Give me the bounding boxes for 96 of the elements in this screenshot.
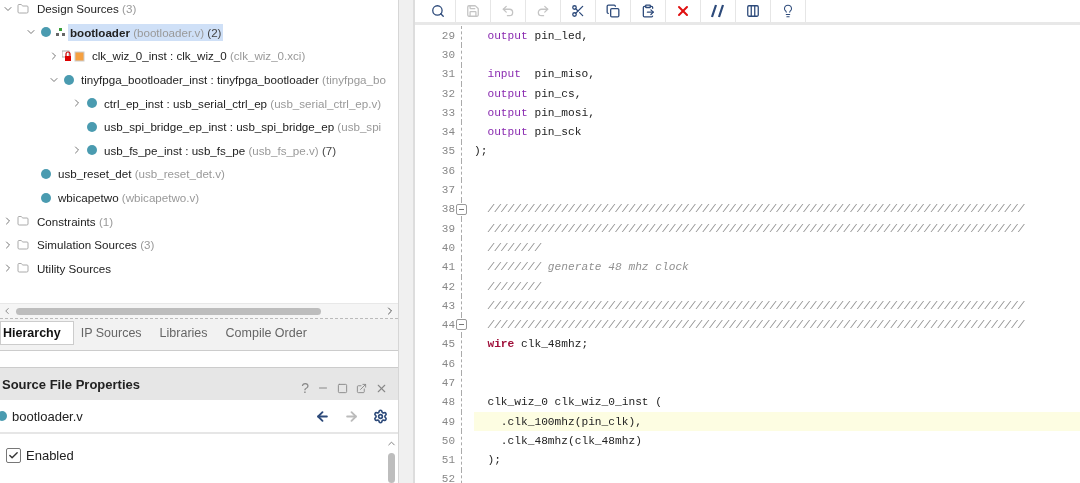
file-name: bootloader.v — [12, 408, 83, 424]
tree-item[interactable]: usb_spi_bridge_ep_inst : usb_spi_bridge_ep (usb_spi — [102, 118, 384, 136]
columns-icon — [746, 4, 760, 18]
line-number: 45 — [440, 338, 456, 351]
fold-start-icon[interactable] — [456, 203, 467, 215]
panel-tab[interactable]: Libraries — [156, 321, 221, 345]
module-icon — [64, 74, 74, 85]
cut-icon — [571, 4, 585, 18]
line-number: 44 — [440, 319, 456, 332]
module-icon — [41, 192, 51, 203]
code-line: input pin_miso, — [486, 68, 595, 81]
line-number: 33 — [440, 106, 456, 119]
line-number: 48 — [440, 396, 456, 409]
panel-tab[interactable]: Hierarchy — [0, 321, 74, 345]
checkbox-label: Enabled — [26, 448, 74, 463]
folder-icon — [17, 262, 29, 275]
code-line: //////////////////////////////////////////////////////////////////////////////// — [486, 299, 1025, 312]
paste-icon — [641, 4, 655, 18]
module-icon — [41, 168, 51, 179]
tree-item[interactable]: Constraints (1) — [35, 212, 116, 230]
folder-icon — [17, 2, 29, 15]
folder-icon — [17, 238, 29, 251]
code-line: ); — [486, 454, 501, 467]
locked-ip-icon — [62, 50, 86, 62]
module-icon — [87, 98, 97, 109]
line-number: 41 — [440, 261, 456, 274]
line-number: 35 — [440, 145, 456, 158]
save-icon — [466, 4, 480, 18]
line-number: 34 — [440, 126, 456, 139]
undo-icon — [501, 4, 515, 18]
code-line: wire clk_48mhz; — [486, 338, 589, 351]
code-line: output pin_sck — [486, 126, 582, 139]
line-number: 36 — [440, 164, 456, 177]
tree-item[interactable]: usb_reset_det (usb_reset_det.v) — [56, 165, 227, 183]
code-line: //////// — [486, 280, 542, 293]
code-line: //////// generate 48 mhz clock — [486, 261, 689, 274]
comment-slashes-icon — [711, 4, 725, 18]
tree-item[interactable]: bootloader (bootloader.v) (2) — [68, 23, 224, 41]
code-line: //////////////////////////////////////////////////////////////////////////////// — [486, 203, 1025, 216]
delete-icon — [675, 3, 691, 19]
code-line: //////////////////////////////////////////////////////////////////////////////// — [486, 319, 1025, 332]
tree-item[interactable]: ctrl_ep_inst : usb_serial_ctrl_ep (usb_serial_ctrl_ep.v) — [102, 94, 384, 112]
code-line: output pin_cs, — [486, 87, 582, 100]
module-icon — [87, 145, 97, 156]
checkbox[interactable] — [6, 448, 21, 463]
line-number: 29 — [440, 29, 456, 42]
panel-tab[interactable]: Compile Order — [222, 321, 320, 345]
horizontal-scrollbar[interactable] — [0, 303, 398, 319]
tree-item[interactable]: Design Sources (3) — [35, 0, 139, 18]
line-number: 42 — [440, 280, 456, 293]
check-icon — [8, 450, 19, 461]
splitter[interactable] — [399, 0, 414, 483]
line-number: 47 — [440, 377, 456, 389]
code-line: //////// — [486, 241, 542, 254]
module-icon — [41, 27, 51, 38]
scroll-left-icon[interactable] — [2, 306, 12, 316]
line-number: 52 — [440, 473, 456, 483]
tree-item[interactable]: clk_wiz_0_inst : clk_wiz_0 (clk_wiz_0.xci) — [90, 47, 308, 65]
line-number: 31 — [440, 68, 456, 81]
tree-item[interactable]: Simulation Sources (3) — [35, 236, 157, 254]
settings-icon[interactable] — [373, 408, 388, 424]
maximize-icon[interactable] — [337, 382, 348, 394]
copy-icon — [606, 4, 620, 18]
line-number: 38 — [440, 203, 456, 216]
line-number: 39 — [440, 222, 456, 235]
tree-item[interactable]: Utility Sources — [35, 259, 114, 277]
line-number: 40 — [440, 241, 456, 254]
code-line: //////////////////////////////////////////////////////////////////////////////// — [486, 222, 1025, 235]
hierarchy-icon — [56, 28, 65, 37]
panel-tab[interactable]: IP Sources — [77, 321, 155, 345]
line-number: 32 — [440, 87, 456, 100]
line-number: 50 — [440, 434, 456, 447]
line-number: 46 — [440, 357, 456, 370]
tree-item[interactable]: usb_fs_pe_inst : usb_fs_pe (usb_fs_pe.v) (7) — [102, 141, 339, 159]
redo-icon — [536, 4, 550, 18]
line-number: 43 — [440, 299, 456, 312]
search-icon — [431, 4, 445, 18]
line-number: 37 — [440, 184, 456, 196]
code-line: clk_wiz_0 clk_wiz_0_inst ( — [486, 396, 662, 409]
code-line: output pin_mosi, — [486, 106, 595, 119]
tree-item[interactable]: tinyfpga_bootloader_inst : tinyfpga_bootloader (tinyfpga_bo — [79, 71, 388, 89]
module-icon — [0, 411, 7, 421]
float-icon[interactable] — [356, 382, 367, 394]
tree-item[interactable]: wbicapetwo (wbicapetwo.v) — [56, 189, 202, 207]
fold-end-icon[interactable] — [456, 319, 467, 331]
lightbulb-icon — [781, 4, 795, 18]
code-line: .clk_100mhz(pin_clk), — [499, 415, 642, 428]
folder-icon — [17, 215, 29, 228]
panel-title: Source File Properties — [2, 376, 140, 392]
module-icon — [87, 121, 97, 132]
code-line: output pin_led, — [486, 29, 589, 42]
code-line: ); — [474, 145, 488, 158]
line-number: 49 — [440, 415, 456, 428]
line-number: 51 — [440, 454, 456, 467]
code-line: .clk_48mhz(clk_48mhz) — [499, 434, 642, 447]
line-number: 30 — [440, 48, 456, 61]
